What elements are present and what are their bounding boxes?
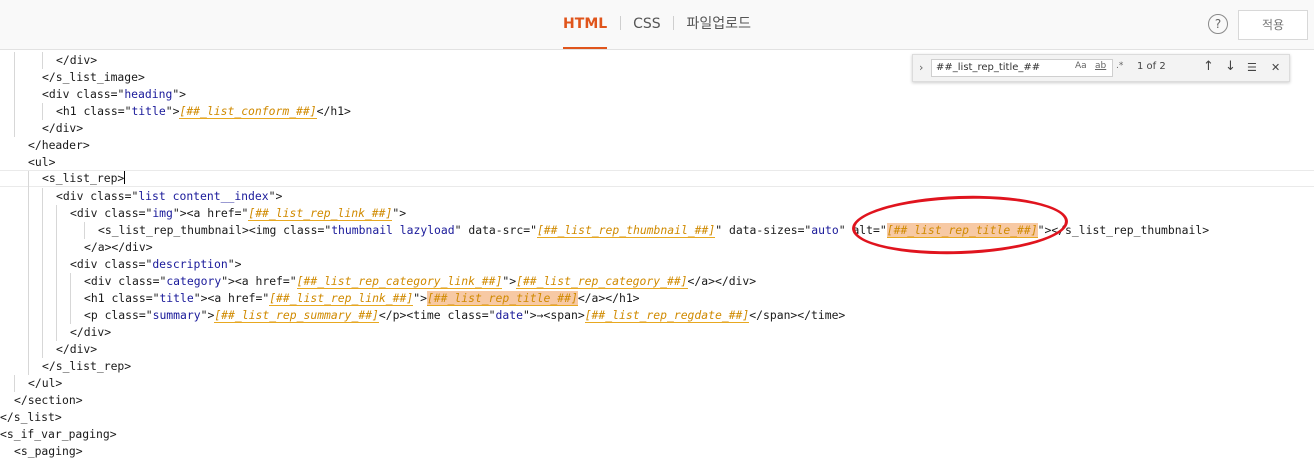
code-text: </s_list_rep> [42,359,132,373]
code-line: <div class="description"> [0,256,1314,273]
code-text: </div> [42,121,84,135]
code-text: <s_if_var_paging> [0,427,117,441]
template-variable: [##_list_rep_thumbnail_##] [536,223,716,238]
code-editor[interactable]: </div> </s_list_image> <div class="headi… [0,50,1314,461]
code-line: <s_paging> [0,443,1314,460]
code-text: <div class="category"><a href="[##_list_… [84,274,757,289]
tab-divider [673,16,675,30]
match-case-icon[interactable]: Aa [1075,61,1087,71]
template-variable: [##_list_rep_link_##] [269,291,414,306]
code-text: </ul> [28,376,63,390]
arrow-up-icon[interactable]: ↑ [1203,59,1214,74]
find-in-selection-icon[interactable]: ☰ [1247,61,1257,74]
code-line: <h1 class="title">[##_list_conform_##]</… [0,103,1314,120]
help-icon[interactable]: ? [1208,14,1228,34]
apply-button[interactable]: 적용 [1238,10,1308,40]
regex-icon[interactable]: .* [1116,61,1123,71]
code-line: </div> [0,324,1314,341]
code-line: <div class="img"><a href="[##_list_rep_l… [0,205,1314,222]
text-cursor [124,171,126,184]
code-line: </s_list> [0,409,1314,426]
code-text: </s_list> [0,410,62,424]
code-line: </s_list_rep> [0,358,1314,375]
code-text: </div> [56,342,98,356]
chevron-right-icon[interactable]: › [919,61,923,74]
code-line: <s_if_var_paging> [0,426,1314,443]
tab-html[interactable]: HTML [563,14,608,49]
code-text: <h1 class="title">[##_list_conform_##]</… [56,104,351,119]
code-text: <p class="summary">[##_list_rep_summary_… [84,308,846,323]
template-variable: [##_list_rep_link_##] [248,206,393,221]
code-text: </a></div> [84,240,153,254]
search-match: [##_list_rep_title_##] [426,291,578,306]
code-text: <s_paging> [14,444,83,458]
code-text: <div class="list content__index"> [56,189,283,203]
tab-css[interactable]: CSS [633,14,661,34]
code-line: <ul> [0,154,1314,171]
tab-bar: HTML CSS 파일업로드 [0,14,1314,49]
code-line: </header> [0,137,1314,154]
code-line: <div class="heading"> [0,86,1314,103]
close-icon[interactable]: ✕ [1271,61,1280,74]
match-count: 1 of 2 [1137,61,1166,72]
code-line: <p class="summary">[##_list_rep_summary_… [0,307,1314,324]
template-variable: [##_list_rep_category_##] [516,274,688,289]
template-variable: [##_list_rep_regdate_##] [584,308,750,323]
template-variable: [##_list_rep_category_link_##] [296,274,503,289]
template-variable: [##_list_rep_summary_##] [214,308,379,323]
tab-divider [619,16,621,30]
code-line: <s_list_rep_thumbnail><img class="thumbn… [0,222,1314,239]
code-line: </section> [0,392,1314,409]
editor-toolbar: HTML CSS 파일업로드 ? 적용 [0,0,1314,50]
code-text: </header> [28,138,90,152]
code-text: </div> [56,53,98,67]
code-line: </div> [0,120,1314,137]
code-text: <div class="description"> [70,257,242,271]
code-line: </ul> [0,375,1314,392]
code-line: <h1 class="title"><a href="[##_list_rep_… [0,290,1314,307]
code-text: <div class="heading"> [42,87,187,101]
code-text: </div> [70,325,112,339]
code-line: </div> [0,341,1314,358]
code-text: <s_list_rep> [42,171,126,185]
find-widget: › ##_list_rep_title_## Aa ab .* 1 of 2 ↑… [912,54,1290,82]
code-line: <div class="category"><a href="[##_list_… [0,273,1314,290]
code-text: <ul> [28,155,56,169]
code-text: <h1 class="title"><a href="[##_list_rep_… [84,291,640,306]
code-line: </a></div> [0,239,1314,256]
tab-file-upload[interactable]: 파일업로드 [687,14,751,34]
code-text: <div class="img"><a href="[##_list_rep_l… [70,206,407,221]
arrow-down-icon[interactable]: ↓ [1225,59,1236,74]
code-text: </section> [14,393,83,407]
code-line: <div class="list content__index"> [0,188,1314,205]
whole-word-icon[interactable]: ab [1095,61,1106,71]
code-line-active: <s_list_rep> [0,170,1314,188]
template-variable: [##_list_conform_##] [179,104,317,119]
code-text: </s_list_image> [42,70,145,84]
